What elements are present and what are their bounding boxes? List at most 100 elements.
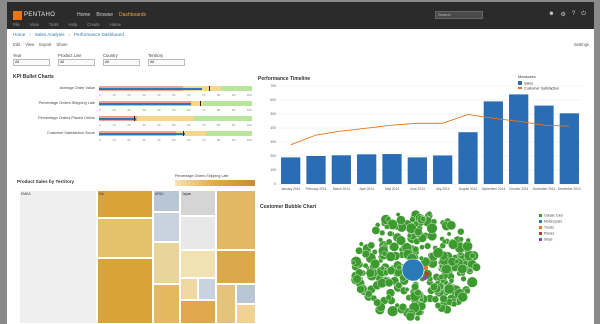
customer-bubble[interactable]: [365, 268, 375, 278]
timeline-bar[interactable]: [534, 105, 554, 184]
customer-bubble[interactable]: [431, 295, 440, 304]
nav-home[interactable]: Home: [77, 12, 90, 18]
customer-bubble[interactable]: [387, 305, 399, 317]
customer-bubble[interactable]: [371, 226, 381, 235]
search-input[interactable]: Search: [435, 11, 483, 19]
treemap-cell[interactable]: [236, 304, 256, 324]
customer-bubble[interactable]: [373, 298, 382, 307]
customer-bubble-large[interactable]: [401, 258, 425, 282]
treemap-cell[interactable]: [216, 250, 256, 284]
customer-bubble[interactable]: [386, 266, 396, 275]
customer-bubble[interactable]: [423, 265, 429, 271]
customer-bubble[interactable]: [446, 220, 457, 231]
filter-select[interactable]: All: [58, 59, 95, 66]
subnav-view[interactable]: View: [30, 22, 39, 27]
customer-bubble[interactable]: [370, 258, 381, 269]
treemap-cell[interactable]: [180, 300, 216, 324]
subnav-create[interactable]: Create: [87, 22, 100, 27]
customer-bubble[interactable]: [458, 236, 464, 242]
treemap-cell[interactable]: [180, 250, 216, 278]
treemap-cell[interactable]: NA: [97, 190, 153, 218]
customer-bubble[interactable]: [398, 303, 408, 312]
customer-bubble[interactable]: [454, 259, 460, 265]
customer-bubble[interactable]: [465, 237, 471, 244]
user-icon[interactable]: ☻: [548, 11, 554, 18]
customer-bubble[interactable]: [457, 228, 465, 236]
nav-browse[interactable]: Browse: [96, 12, 113, 18]
customer-bubble[interactable]: [426, 210, 433, 217]
treemap-cell[interactable]: [97, 218, 153, 258]
customer-bubble[interactable]: [434, 302, 442, 309]
customer-bubble[interactable]: [379, 265, 385, 271]
customer-bubble[interactable]: [409, 216, 416, 223]
timeline-bar[interactable]: [357, 154, 377, 184]
customer-bubble[interactable]: [389, 242, 400, 252]
customer-bubble[interactable]: [443, 283, 455, 295]
customer-bubble[interactable]: [396, 215, 406, 225]
customer-bubble[interactable]: [438, 274, 445, 280]
customer-bubble[interactable]: [420, 216, 426, 222]
customer-bubble[interactable]: [466, 276, 478, 288]
treemap-cell[interactable]: [153, 284, 180, 324]
timeline-bar[interactable]: [281, 157, 301, 184]
customer-bubble[interactable]: [361, 249, 370, 259]
treemap-cell[interactable]: [216, 284, 236, 324]
toolbar-edit[interactable]: Edit: [13, 42, 20, 48]
timeline-bar[interactable]: [331, 155, 351, 184]
customer-bubble[interactable]: [451, 300, 458, 308]
timeline-bar[interactable]: [382, 154, 402, 184]
subnav-home[interactable]: Home: [110, 22, 121, 27]
timeline-bar[interactable]: [433, 155, 453, 184]
toolbar-export[interactable]: Export: [39, 42, 51, 48]
filter-select[interactable]: All: [103, 59, 140, 66]
treemap-cell[interactable]: Japan: [180, 190, 216, 216]
nav-dashboards[interactable]: Dashboards: [119, 12, 146, 18]
filter-select[interactable]: All: [13, 59, 50, 66]
customer-bubble[interactable]: [426, 222, 438, 234]
customer-bubble[interactable]: [446, 231, 452, 237]
customer-bubble[interactable]: [467, 268, 473, 274]
customer-bubble[interactable]: [441, 238, 448, 245]
customer-bubble[interactable]: [387, 230, 394, 237]
customer-bubble[interactable]: [384, 224, 390, 230]
timeline-bar[interactable]: [306, 156, 326, 184]
customer-bubble[interactable]: [356, 285, 365, 294]
customer-bubble[interactable]: [448, 277, 455, 284]
customer-bubble[interactable]: [385, 251, 396, 262]
timeline-bar[interactable]: [407, 157, 427, 184]
customer-bubble[interactable]: [414, 227, 423, 236]
customer-bubble[interactable]: [404, 287, 410, 292]
customer-bubble[interactable]: [429, 282, 439, 291]
customer-bubble[interactable]: [457, 263, 468, 274]
treemap-cell[interactable]: [153, 242, 180, 284]
treemap-cell[interactable]: [97, 258, 153, 324]
customer-bubble[interactable]: [411, 282, 419, 291]
power-icon[interactable]: ⏻: [581, 11, 586, 18]
help-icon[interactable]: ?: [572, 11, 575, 18]
toolbar-share[interactable]: Share: [56, 42, 67, 48]
customer-bubble[interactable]: [414, 315, 421, 322]
subnav-file[interactable]: File: [13, 22, 20, 27]
treemap-cell[interactable]: [153, 212, 180, 242]
customer-bubble[interactable]: [362, 262, 369, 269]
toolbar-settings[interactable]: Settings: [574, 42, 589, 48]
customer-bubble[interactable]: [406, 233, 412, 239]
customer-bubble[interactable]: [424, 242, 432, 250]
customer-bubble[interactable]: [385, 294, 392, 301]
customer-bubble[interactable]: [350, 260, 356, 266]
customer-bubble[interactable]: [378, 237, 384, 243]
customer-bubble[interactable]: [395, 281, 403, 289]
treemap-cell[interactable]: [216, 190, 256, 250]
filter-select[interactable]: All: [148, 59, 185, 66]
breadcrumb-home[interactable]: Home: [13, 32, 25, 37]
customer-bubble[interactable]: [384, 278, 394, 288]
customer-bubble[interactable]: [422, 275, 428, 281]
treemap-cell[interactable]: APAC: [153, 190, 180, 212]
treemap-cell[interactable]: [236, 284, 256, 304]
customer-bubble[interactable]: [358, 241, 364, 247]
settings-icon[interactable]: ⚙: [561, 11, 566, 18]
customer-bubble[interactable]: [460, 275, 467, 282]
customer-bubble[interactable]: [418, 255, 424, 261]
subnav-help[interactable]: Help: [69, 22, 78, 27]
treemap-cell[interactable]: [180, 278, 198, 300]
